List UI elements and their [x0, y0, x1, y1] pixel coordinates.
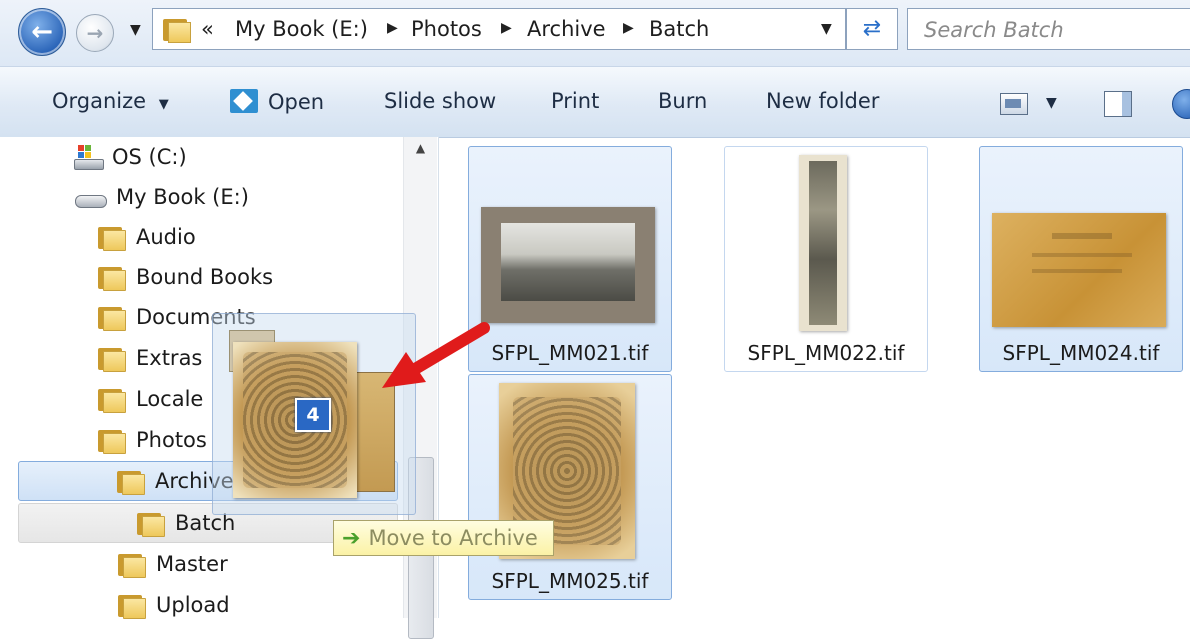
file-tile-mm021[interactable]: SFPL_MM021.tif [468, 146, 672, 372]
thumbnail-image [799, 155, 847, 331]
preview-pane-icon[interactable] [1104, 91, 1132, 117]
file-tile-mm022[interactable]: SFPL_MM022.tif [724, 146, 928, 372]
view-options-chevron-icon[interactable]: ▼ [1046, 95, 1057, 111]
tree-item-audio[interactable]: Audio [98, 217, 196, 257]
file-tile-mm024[interactable]: SFPL_MM024.tif [979, 146, 1183, 372]
thumbnail-image [481, 207, 655, 323]
new-folder-button[interactable]: New folder [766, 89, 879, 113]
search-box[interactable] [907, 8, 1190, 51]
file-name: SFPL_MM024.tif [1002, 341, 1160, 365]
tree-item-os-c[interactable]: OS (C:) [74, 137, 187, 177]
help-icon[interactable] [1172, 89, 1190, 119]
back-arrow-icon: ← [31, 17, 53, 47]
open-button[interactable]: Open [230, 89, 324, 114]
address-history-dropdown-icon[interactable]: ▼ [821, 21, 832, 37]
external-drive-icon [74, 185, 108, 209]
address-bar: ← → ▼ « My Book (E:) ▶ Photos ▶ Archive … [0, 0, 1190, 66]
scroll-up-icon[interactable]: ▲ [404, 141, 437, 161]
drop-tooltip: ➔ Move to Archive [333, 520, 554, 556]
tree-item-label: Extras [136, 346, 203, 370]
tree-item-upload[interactable]: Upload [118, 585, 230, 625]
thumbnail-image [992, 213, 1166, 327]
organize-button[interactable]: Organize ▼ [52, 89, 169, 113]
breadcrumb-separator-icon[interactable]: ▶ [623, 20, 634, 36]
print-button[interactable]: Print [551, 89, 599, 113]
folder-icon [98, 225, 126, 251]
back-button[interactable]: ← [18, 8, 66, 56]
folder-icon [117, 469, 145, 495]
recent-pages-dropdown[interactable]: ▼ [130, 22, 146, 38]
move-arrow-icon: ➔ [342, 525, 361, 551]
drag-count-badge: 4 [295, 398, 331, 432]
breadcrumb-overflow[interactable]: « [201, 17, 214, 41]
tree-item-label: Bound Books [136, 265, 274, 289]
change-view-icon[interactable] [1000, 93, 1028, 115]
breadcrumb-separator-icon[interactable]: ▶ [501, 20, 512, 36]
folder-icon [118, 552, 146, 578]
drop-tooltip-text: Move to Archive [368, 526, 538, 550]
folder-icon [98, 387, 126, 413]
address-path-box[interactable]: « My Book (E:) ▶ Photos ▶ Archive ▶ Batc… [152, 8, 846, 50]
breadcrumb-my-book[interactable]: My Book (E:) [235, 17, 368, 41]
refresh-icon: ⇄ [862, 16, 882, 41]
tree-item-extras[interactable]: Extras [98, 338, 202, 378]
file-name: SFPL_MM021.tif [491, 341, 649, 365]
forward-button[interactable]: → [76, 14, 114, 52]
annotation-arrow-icon [382, 322, 490, 388]
breadcrumb-photos[interactable]: Photos [411, 17, 482, 41]
command-toolbar: Organize ▼ Open Slide show Print Burn Ne… [0, 66, 1190, 138]
breadcrumb-separator-icon[interactable]: ▶ [387, 20, 398, 36]
tree-item-master[interactable]: Master [118, 544, 228, 584]
folder-icon [118, 593, 146, 619]
slideshow-button[interactable]: Slide show [384, 89, 496, 113]
tree-item-bound-books[interactable]: Bound Books [98, 257, 273, 297]
file-tile-mm025[interactable]: SFPL_MM025.tif [468, 374, 672, 600]
open-label: Open [268, 90, 325, 114]
tree-item-my-book-e[interactable]: My Book (E:) [74, 177, 249, 217]
tree-item-label: Audio [136, 225, 196, 249]
breadcrumb-batch[interactable]: Batch [649, 17, 709, 41]
refresh-button[interactable]: ⇄ [846, 8, 898, 50]
folder-icon [98, 428, 126, 454]
folder-icon [98, 265, 126, 291]
breadcrumb-archive[interactable]: Archive [527, 17, 606, 41]
burn-button[interactable]: Burn [658, 89, 707, 113]
tree-item-label: Master [156, 552, 228, 576]
search-input[interactable] [922, 9, 1186, 51]
windows-drive-icon [74, 145, 104, 170]
tree-item-label: Locale [136, 387, 204, 411]
forward-arrow-icon: → [86, 21, 104, 45]
folder-icon [137, 511, 165, 537]
folder-icon [98, 346, 126, 372]
file-name: SFPL_MM022.tif [747, 341, 905, 365]
open-icon [230, 89, 258, 113]
folder-icon [163, 17, 191, 43]
chevron-down-icon: ▼ [158, 97, 169, 112]
tree-item-locale[interactable]: Locale [98, 379, 203, 419]
tree-item-label: Upload [156, 593, 230, 617]
file-name: SFPL_MM025.tif [491, 569, 649, 593]
tree-item-label: OS (C:) [112, 145, 187, 169]
tree-item-photos[interactable]: Photos [98, 420, 207, 460]
folder-icon [98, 305, 126, 331]
tree-item-label: My Book (E:) [116, 185, 249, 209]
organize-label: Organize [52, 89, 147, 113]
tree-item-label: Photos [136, 428, 207, 452]
